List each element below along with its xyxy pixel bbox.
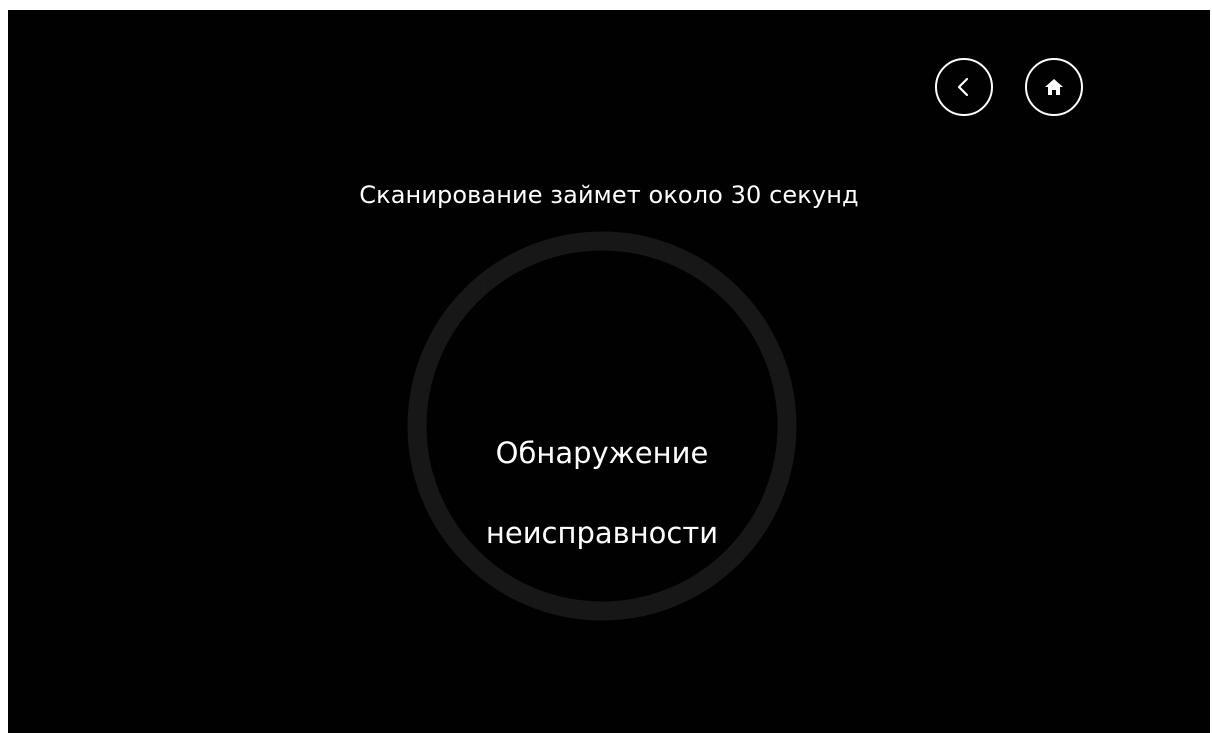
- home-icon: [1045, 79, 1063, 95]
- home-button[interactable]: [1025, 58, 1083, 116]
- status-line-detection: Обнаружение: [495, 436, 709, 470]
- chevron-left-icon: [957, 77, 969, 97]
- back-button[interactable]: [935, 58, 993, 116]
- scan-status-text: Обнаружение неисправности: [405, 393, 799, 593]
- status-line-fault: неисправности: [485, 516, 719, 550]
- scan-screen: Сканирование займет около 30 секунд Обна…: [8, 10, 1210, 733]
- scan-duration-text: Сканирование займет около 30 секунд: [359, 181, 859, 209]
